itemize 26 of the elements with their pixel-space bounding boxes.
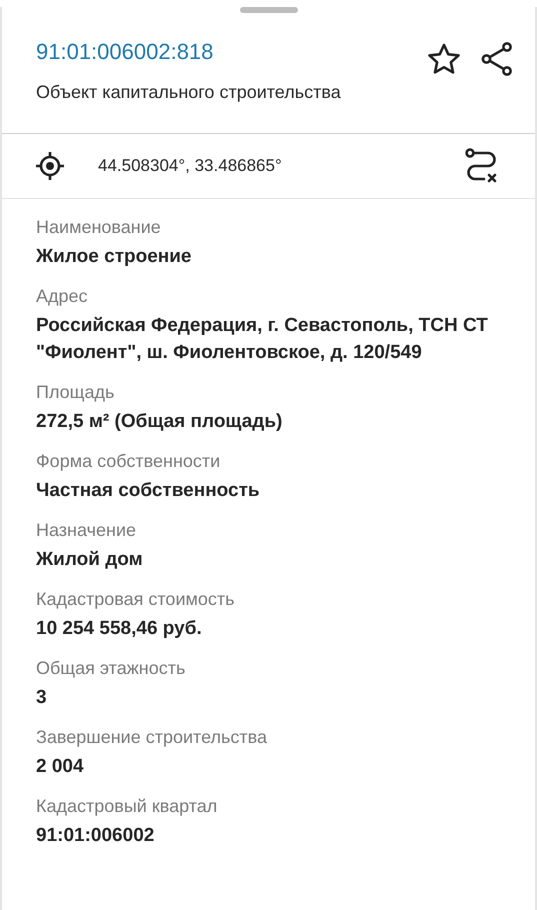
cadastral-number[interactable]: 91:01:006002:818 <box>36 39 214 65</box>
field-label: Площадь <box>36 381 116 404</box>
field-value: 10 254 558,46 руб. <box>36 617 203 641</box>
field-label: Общая этажность <box>36 657 186 680</box>
field-value: Жилое строение <box>36 245 192 269</box>
field-label: Завершение строительства <box>36 726 268 749</box>
drag-handle[interactable] <box>240 7 298 13</box>
field-label: Кадастровый квартал <box>36 795 218 818</box>
field-value: 91:01:006002 <box>36 824 156 848</box>
object-type: Объект капитального строительства <box>36 82 342 103</box>
field-value: Российская Федерация, г. Севастополь, ТСН СТ "Фиолент", ш. Фиолентовское, д. 120/549 <box>36 314 489 365</box>
route-icon[interactable] <box>465 148 499 184</box>
field-label: Форма собственности <box>36 450 222 473</box>
field-label: Адрес <box>36 285 89 308</box>
field-label: Кадастровая стоимость <box>36 588 236 611</box>
star-icon[interactable] <box>427 43 461 75</box>
field-value: Жилой дом <box>36 548 144 572</box>
field-value: 2 004 <box>36 755 85 779</box>
field-value: 272,5 м² (Общая площадь) <box>36 410 284 434</box>
field-value: 3 <box>36 686 48 710</box>
location-target-icon[interactable] <box>35 151 65 181</box>
field-label: Назначение <box>36 519 138 542</box>
coordinates-text: 44.508304°, 33.486865° <box>98 156 283 176</box>
field-value: Частная собственность <box>36 479 261 503</box>
share-icon[interactable] <box>481 42 513 76</box>
field-label: Наименование <box>36 216 162 239</box>
